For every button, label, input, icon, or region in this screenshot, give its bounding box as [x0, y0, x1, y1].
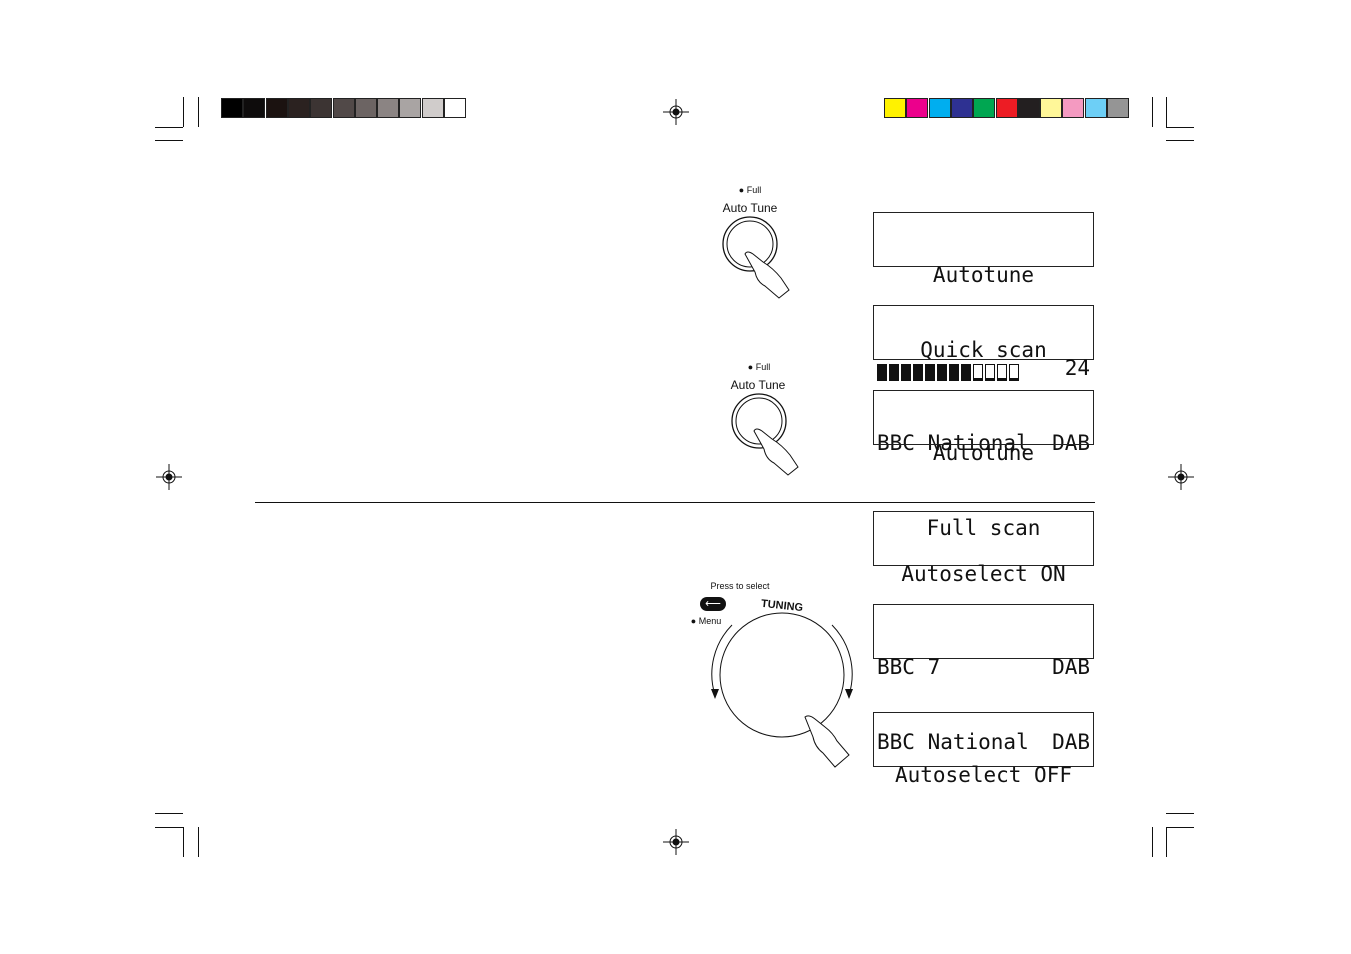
lcd-autoselect-on: Autoselect ON [873, 511, 1094, 586]
progress-segment [889, 364, 899, 381]
progress-segment [961, 364, 971, 381]
finger-press-icon [804, 715, 850, 768]
progress-segment [997, 364, 1007, 381]
progress-segment [937, 364, 947, 381]
tuning-dial[interactable] [700, 605, 870, 775]
band: DAB [1052, 655, 1090, 679]
lcd-line: Autotune [932, 263, 1035, 287]
press-to-select-label: Press to select [710, 581, 770, 591]
full-hold-label: ● Full [738, 185, 762, 195]
station-count: 24 [1064, 356, 1090, 380]
auto-tune-button[interactable] [715, 212, 805, 302]
registration-marks [156, 99, 1194, 855]
progress-segment [973, 364, 983, 381]
lcd-line: Autotune [932, 441, 1035, 465]
lcd-quick-scan: Autotune Quick scan [873, 212, 1094, 362]
full-hold-label: ● Full [747, 362, 771, 372]
progress-segment [925, 364, 935, 381]
progress-segment [877, 364, 887, 381]
progress-segment [985, 364, 995, 381]
lcd-autoselect-off: Autoselect OFF [873, 712, 1094, 787]
lcd-scan-progress: 24 BBC National DAB [873, 305, 1094, 455]
progress-segment [949, 364, 959, 381]
lcd-line: Autoselect OFF [894, 763, 1072, 787]
progress-segment [1009, 364, 1019, 381]
station-name: BBC 7 [877, 655, 941, 679]
lcd-full-scan: Autotune Full scan [873, 390, 1094, 540]
progress-segment [901, 364, 911, 381]
full-text: Full [755, 362, 771, 372]
full-text: Full [746, 185, 762, 195]
auto-tune-button[interactable] [724, 389, 814, 479]
scan-progress-bar [877, 356, 1019, 381]
lcd-line: Autoselect ON [901, 562, 1066, 586]
progress-segment [913, 364, 923, 381]
lcd-station-list: BBC 7 DAB BBC National DAB [873, 604, 1094, 754]
